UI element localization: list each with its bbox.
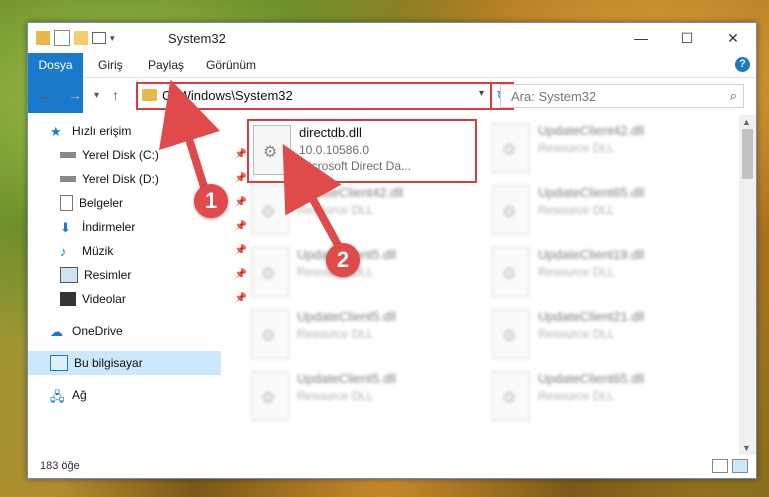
videos-icon — [60, 292, 76, 306]
file-item[interactable]: ⚙ UpdateClient5.dll Resource DLL — [247, 367, 473, 427]
details-view-icon[interactable] — [712, 459, 728, 473]
address-bar[interactable]: C:\Windows\System32 ▾ — [136, 82, 492, 110]
sidebar-item-disk-c[interactable]: Yerel Disk (C:) 📌 — [28, 143, 253, 167]
file-item[interactable]: ⚙ UpdateClient42.dll Resource DLL — [488, 119, 714, 179]
folder-icon — [142, 89, 157, 101]
explorer-window: ▾ System32 — ☐ ✕ Dosya Giriş Paylaş Görü… — [27, 22, 757, 479]
properties-icon[interactable] — [54, 30, 70, 46]
sidebar-item-network[interactable]: 🖧 Ağ — [28, 383, 243, 407]
address-row: ← → ▾ ↑ C:\Windows\System32 ▾ ↻ Ara: Sys… — [28, 79, 756, 111]
file-item[interactable]: ⚙ UpdateClient19.dll Resource DLL — [488, 243, 714, 303]
star-icon: ★ — [50, 124, 62, 139]
back-arrow-icon[interactable]: ← — [38, 87, 52, 103]
new-folder-icon[interactable] — [74, 31, 88, 45]
dll-file-icon: ⚙ — [251, 371, 289, 421]
search-box[interactable]: Ara: System32 ⌕ — [500, 84, 744, 108]
vertical-scrollbar[interactable]: ▲ ▼ — [739, 115, 756, 455]
sidebar-item-downloads[interactable]: ⬇ İndirmeler 📌 — [28, 215, 253, 239]
dll-file-icon: ⚙ — [492, 123, 530, 173]
window-controls: — ☐ ✕ — [618, 23, 756, 53]
title-bar: ▾ System32 — ☐ ✕ — [28, 23, 756, 53]
pictures-icon — [60, 267, 78, 283]
item-count: 183 öğe — [40, 460, 80, 472]
gear-icon: ⚙ — [502, 328, 517, 345]
gear-icon: ⚙ — [261, 390, 276, 407]
view-icon[interactable] — [92, 32, 106, 44]
dll-file-icon: ⚙ — [492, 309, 530, 359]
status-bar: 183 öğe — [28, 454, 756, 478]
forward-arrow-icon[interactable]: → — [68, 87, 82, 103]
callout-1: 1 — [194, 184, 228, 218]
dll-file-icon: ⚙ — [492, 185, 530, 235]
search-placeholder: Ara: System32 — [511, 89, 597, 104]
network-icon: 🖧 — [50, 389, 65, 404]
callout-2: 2 — [326, 243, 360, 277]
documents-icon — [60, 195, 73, 211]
scrollbar-thumb[interactable] — [742, 129, 753, 179]
tab-share[interactable]: Paylaş — [148, 53, 184, 77]
drive-icon — [60, 176, 76, 182]
dll-file-icon: ⚙ — [253, 125, 291, 175]
file-list: ⚙ directdb.dll 10.0.10586.0 Microsoft Di… — [238, 115, 738, 455]
music-icon: ♪ — [60, 244, 67, 259]
dll-file-icon: ⚙ — [492, 371, 530, 421]
quick-access-toolbar: ▾ — [36, 30, 115, 46]
file-version: 10.0.10586.0 — [299, 143, 370, 157]
up-arrow-icon[interactable]: ↑ — [112, 87, 119, 103]
sidebar-item-pictures[interactable]: Resimler 📌 — [28, 263, 253, 287]
window-title: System32 — [168, 31, 226, 46]
file-item[interactable]: ⚙ UpdateClient65.dll Resource DLL — [488, 367, 714, 427]
file-name: directdb.dll — [299, 125, 362, 140]
tab-view[interactable]: Görünüm — [206, 53, 256, 77]
sidebar-item-this-pc[interactable]: Bu bilgisayar — [28, 351, 221, 375]
sidebar-item-onedrive[interactable]: ☁ OneDrive — [28, 319, 243, 343]
file-item[interactable]: ⚙ UpdateClient42.dll Resource DLL — [247, 181, 473, 241]
scroll-up-icon[interactable]: ▲ — [742, 117, 751, 127]
file-item[interactable]: ⚙ UpdateClient21.dll Resource DLL — [488, 305, 714, 365]
sidebar-item-videos[interactable]: Videolar 📌 — [28, 287, 253, 311]
sidebar-item-quick-access[interactable]: ★ Hızlı erişim — [28, 119, 243, 143]
dll-file-icon: ⚙ — [251, 185, 289, 235]
dll-file-icon: ⚙ — [251, 247, 289, 297]
help-icon[interactable]: ? — [735, 57, 750, 72]
gear-icon: ⚙ — [502, 142, 517, 159]
download-icon: ⬇ — [60, 220, 71, 235]
file-description: Microsoft Direct Da... — [299, 159, 412, 173]
cloud-icon: ☁ — [50, 324, 63, 339]
maximize-button[interactable]: ☐ — [664, 23, 710, 53]
gear-icon: ⚙ — [261, 266, 276, 283]
file-item[interactable]: ⚙ UpdateClient65.dll Resource DLL — [488, 181, 714, 241]
search-icon[interactable]: ⌕ — [730, 88, 737, 104]
large-icons-view-icon[interactable] — [732, 459, 748, 473]
close-button[interactable]: ✕ — [710, 23, 756, 53]
scroll-down-icon[interactable]: ▼ — [742, 443, 751, 453]
gear-icon: ⚙ — [502, 390, 517, 407]
gear-icon: ⚙ — [502, 204, 517, 221]
folder-icon[interactable] — [36, 31, 50, 45]
sidebar-item-music[interactable]: ♪ Müzik 📌 — [28, 239, 253, 263]
recent-dropdown-icon[interactable]: ▾ — [94, 90, 99, 101]
computer-icon — [50, 355, 68, 371]
ribbon-tabs: Dosya Giriş Paylaş Görünüm ? — [28, 53, 756, 113]
dll-file-icon: ⚙ — [492, 247, 530, 297]
dll-file-icon: ⚙ — [251, 309, 289, 359]
gear-icon: ⚙ — [261, 204, 276, 221]
address-dropdown-icon[interactable]: ▾ — [479, 88, 484, 99]
drive-icon — [60, 152, 76, 158]
address-path: C:\Windows\System32 — [162, 88, 293, 103]
gear-icon: ⚙ — [263, 144, 278, 161]
file-item[interactable]: ⚙ UpdateClient5.dll Resource DLL — [247, 305, 473, 365]
view-switcher — [712, 459, 748, 473]
gear-icon: ⚙ — [502, 266, 517, 283]
customize-dropdown-icon[interactable]: ▾ — [110, 33, 115, 44]
gear-icon: ⚙ — [261, 328, 276, 345]
file-item[interactable]: ⚙ UpdateClient5.dll Resource DLL — [247, 243, 473, 303]
minimize-button[interactable]: — — [618, 23, 664, 53]
navigation-pane: ★ Hızlı erişim Yerel Disk (C:) 📌 Yerel D… — [28, 115, 247, 445]
file-item-directdb[interactable]: ⚙ directdb.dll 10.0.10586.0 Microsoft Di… — [247, 119, 477, 183]
tab-home[interactable]: Giriş — [98, 53, 123, 77]
